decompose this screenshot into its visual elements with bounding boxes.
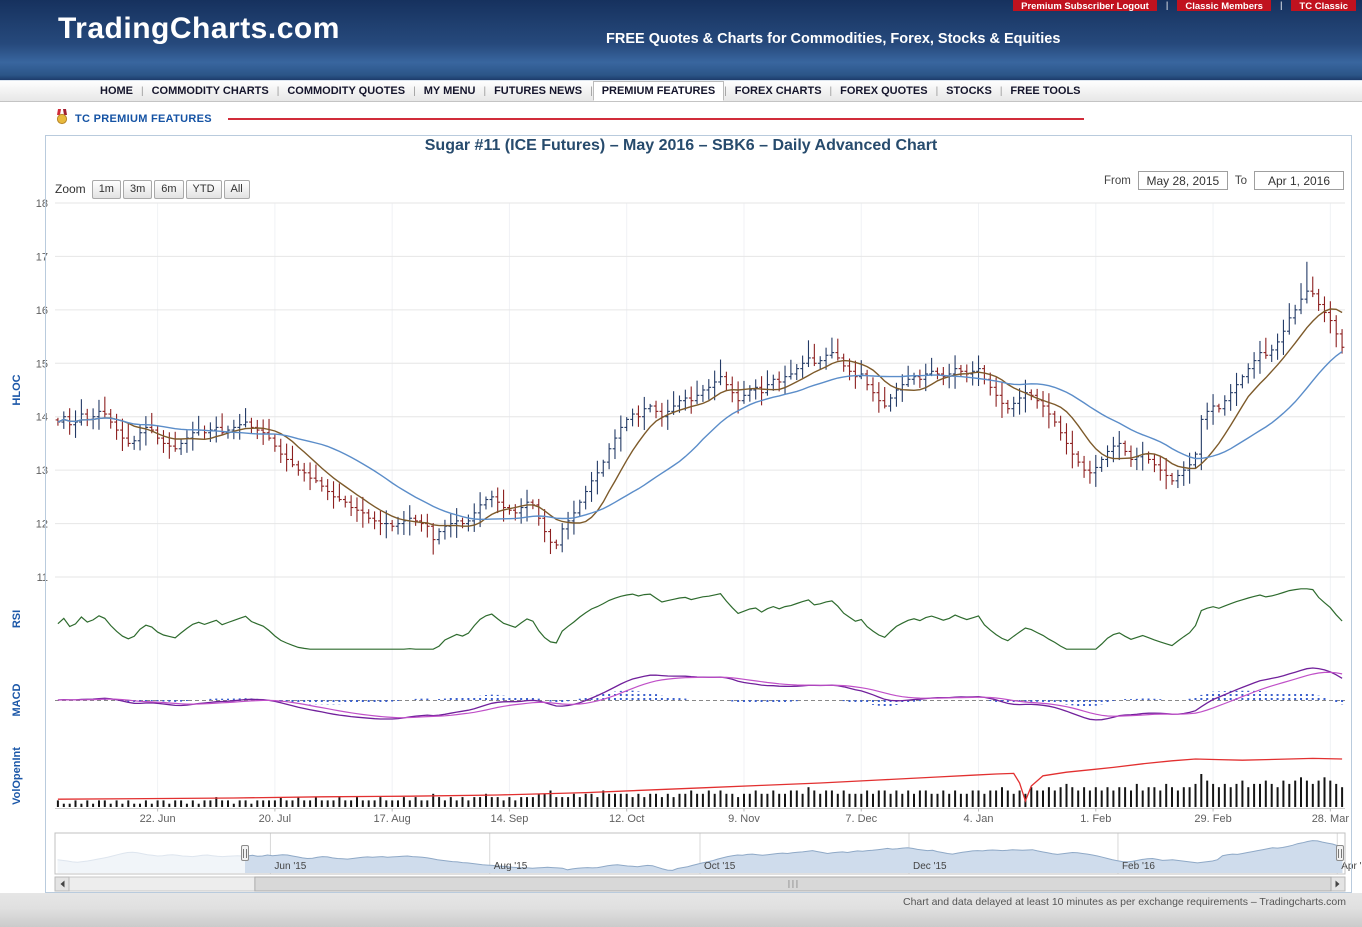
premium-divider-line [228, 118, 1084, 120]
range-selector: From To [1104, 171, 1344, 190]
main-nav: HOME|COMMODITY CHARTS|COMMODITY QUOTES|M… [0, 80, 1362, 102]
to-label: To [1235, 175, 1247, 187]
premium-banner: TC PREMIUM FEATURES [56, 111, 212, 127]
svg-text:12: 12 [36, 519, 48, 531]
navigator-handle-right[interactable] [1337, 846, 1344, 861]
macd-pane [55, 668, 1345, 720]
rsi-line [58, 589, 1342, 649]
svg-text:9. Nov: 9. Nov [728, 813, 760, 825]
sma-25-line [58, 352, 1342, 520]
scrollbar-left-arrow[interactable] [55, 877, 69, 891]
premium-medal-icon [56, 109, 68, 130]
svg-text:1. Feb: 1. Feb [1080, 813, 1111, 825]
page: Premium Subscriber Logout | Classic Member… [0, 0, 1362, 927]
zoom-button-3m[interactable]: 3m [123, 180, 152, 199]
svg-text:17: 17 [36, 251, 48, 263]
scrollbar-right-arrow[interactable] [1331, 877, 1345, 891]
nav-item-free-tools[interactable]: FREE TOOLS [1002, 82, 1088, 100]
site-header: Premium Subscriber Logout | Classic Member… [0, 0, 1362, 80]
navigator-area [58, 841, 1343, 873]
navigator-labels: Jun '15 Aug '15 Oct '15 Dec '15 Feb '16 Apr '… [274, 861, 1362, 872]
svg-text:15: 15 [36, 358, 48, 370]
nav-item-stocks[interactable]: STOCKS [938, 82, 1000, 100]
svg-text:Oct '15: Oct '15 [704, 861, 736, 872]
vertical-gridlines [158, 203, 1331, 807]
top-link-premium-subscriber-logout[interactable]: Premium Subscriber Logout [1013, 0, 1157, 11]
chart-plot-area[interactable] [55, 203, 1345, 807]
from-date-input[interactable] [1138, 171, 1228, 190]
zoom-button-all[interactable]: All [224, 180, 250, 199]
svg-text:7. Dec: 7. Dec [845, 813, 877, 825]
svg-text:Feb '16: Feb '16 [1122, 861, 1155, 872]
nav-item-my-menu[interactable]: MY MENU [416, 82, 484, 100]
svg-text:Dec '15: Dec '15 [913, 861, 947, 872]
nav-item-home[interactable]: HOME [92, 82, 141, 100]
main-grid [55, 203, 1345, 577]
premium-banner-label[interactable]: TC PREMIUM FEATURES [75, 113, 212, 125]
macd-histogram [99, 691, 1342, 707]
navigator: Jun '15 Aug '15 Oct '15 Dec '15 Feb '16 Apr '… [55, 833, 1362, 874]
svg-text:20. Jul: 20. Jul [259, 813, 291, 825]
x-axis: 22. Jun 20. Jul 17. Aug 14. Sep 12. Oct 9. No… [55, 809, 1349, 826]
svg-text:Apr '16: Apr '16 [1341, 861, 1362, 872]
ohlc-bars [56, 262, 1345, 555]
site-logo[interactable]: TradingCharts.com [58, 12, 340, 46]
svg-text:4. Jan: 4. Jan [964, 813, 994, 825]
navigator-unselected-mask [55, 834, 245, 873]
top-link-separator: | [1280, 0, 1282, 11]
svg-text:22. Jun: 22. Jun [140, 813, 176, 825]
pane-labels: HLOC RSI MACD VolOpenInt [11, 374, 23, 805]
chart-title: Sugar #11 (ICE Futures) – May 2016 – SBK… [0, 137, 1362, 155]
nav-item-forex-charts[interactable]: FOREX CHARTS [727, 82, 830, 100]
nav-item-forex-quotes[interactable]: FOREX QUOTES [832, 82, 935, 100]
svg-text:Aug '15: Aug '15 [494, 861, 528, 872]
svg-text:14. Sep: 14. Sep [490, 813, 528, 825]
nav-item-futures-news[interactable]: FUTURES NEWS [486, 82, 590, 100]
svg-text:16: 16 [36, 305, 48, 317]
chart-disclaimer: Chart and data delayed at least 10 minut… [903, 896, 1346, 908]
open-interest-line [58, 758, 1342, 801]
svg-text:11: 11 [37, 572, 48, 584]
svg-text:MACD: MACD [11, 683, 23, 716]
nav-item-commodity-charts[interactable]: COMMODITY CHARTS [144, 82, 277, 100]
scrollbar-thumb[interactable] [255, 877, 1331, 891]
from-label: From [1104, 175, 1131, 187]
navigator-ticks [270, 833, 1337, 874]
nav-item-premium-features[interactable]: PREMIUM FEATURES [593, 81, 724, 101]
svg-text:29. Feb: 29. Feb [1194, 813, 1231, 825]
svg-text:17. Aug: 17. Aug [373, 813, 410, 825]
header-tagline: FREE Quotes & Charts for Commodities, Fo… [606, 31, 1060, 47]
zoom-button-1m[interactable]: 1m [92, 180, 121, 199]
svg-text:Jun '15: Jun '15 [274, 861, 306, 872]
zoom-button-ytd[interactable]: YTD [186, 180, 222, 199]
svg-text:28. Mar: 28. Mar [1312, 813, 1350, 825]
volume-bars [57, 774, 1343, 807]
scrollbar [55, 877, 1345, 891]
macd-line [58, 668, 1342, 720]
bottom-strip: Chart and data delayed at least 10 minut… [0, 893, 1362, 927]
nav-item-commodity-quotes[interactable]: COMMODITY QUOTES [279, 82, 413, 100]
top-links: Premium Subscriber Logout | Classic Member… [1013, 0, 1356, 11]
to-date-input[interactable] [1254, 171, 1344, 190]
zoom-controls: Zoom 1m3m6mYTDAll [55, 179, 252, 199]
svg-text:RSI: RSI [11, 610, 23, 628]
zoom-button-6m[interactable]: 6m [154, 180, 183, 199]
zoom-label: Zoom [55, 182, 86, 196]
svg-text:13: 13 [36, 465, 48, 477]
top-link-separator: | [1166, 0, 1168, 11]
svg-text:VolOpenInt: VolOpenInt [11, 747, 23, 805]
top-link-classic-members[interactable]: Classic Members [1177, 0, 1271, 11]
svg-text:HLOC: HLOC [11, 374, 23, 405]
navigator-handle-left[interactable] [242, 846, 249, 861]
svg-text:14: 14 [36, 412, 48, 424]
sma-9-line [58, 309, 1342, 526]
svg-text:12. Oct: 12. Oct [609, 813, 644, 825]
top-link-tc-classic[interactable]: TC Classic [1291, 0, 1356, 11]
svg-text:18: 18 [36, 198, 48, 210]
zoom-button-group: 1m3m6mYTDAll [92, 179, 252, 199]
macd-signal-line [58, 672, 1342, 717]
y-axis-labels: 11 12 13 14 15 16 17 18 [36, 198, 48, 584]
